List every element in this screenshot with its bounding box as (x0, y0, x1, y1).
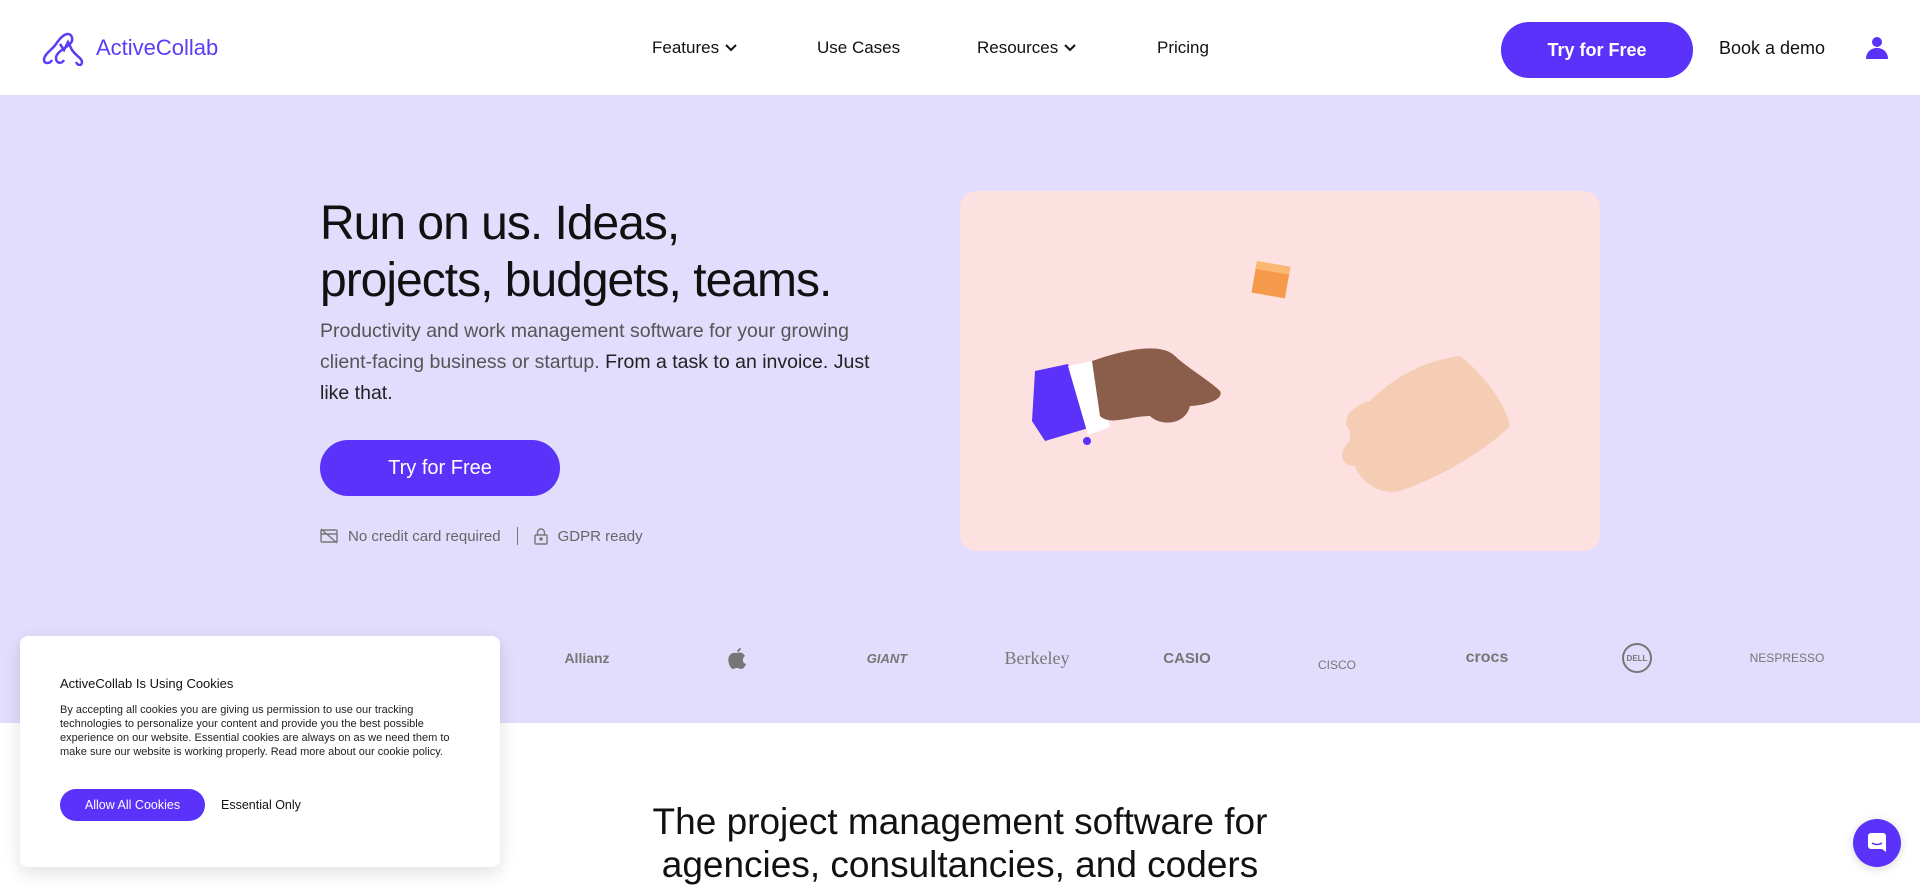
apple-logo-icon (728, 648, 746, 669)
dell-text: DELL (1622, 643, 1652, 673)
nav-label: Features (652, 38, 720, 57)
cookie-title: ActiveCollab Is Using Cookies (60, 676, 234, 691)
logo-giant: GIANT (866, 650, 908, 666)
logo-crocs: crocs (1465, 649, 1509, 666)
user-icon[interactable] (1865, 36, 1889, 60)
nav-use-cases[interactable]: Use Cases (817, 38, 900, 58)
hero-badges: No credit card required GDPR ready (320, 527, 643, 545)
lock-icon (533, 527, 548, 545)
top-nav: ActiveCollab Features Use Cases Resource… (0, 0, 1920, 95)
nav-pricing[interactable]: Pricing (1157, 38, 1209, 58)
badge-label: GDPR ready (557, 527, 643, 545)
activecollab-logo-icon (42, 32, 84, 66)
nav-label: Resources (977, 38, 1059, 57)
nav-resources[interactable]: Resources (977, 38, 1076, 58)
hero-title: Run on us. Ideas, projects, budgets, team… (320, 197, 832, 307)
divider (516, 527, 518, 545)
nav-label: Use Cases (817, 38, 901, 57)
nav-label: Pricing (1157, 38, 1209, 57)
logo-cisco: CISCO (1317, 658, 1356, 672)
logo-allianz: Allianz (564, 650, 610, 666)
logo-berkeley: Berkeley (1004, 647, 1070, 668)
hero-subtitle: Productivity and work management softwar… (320, 320, 870, 404)
allow-all-cookies-button[interactable]: Allow All Cookies (60, 789, 205, 821)
logo[interactable]: ActiveCollab (40, 30, 218, 66)
hero-try-free-button[interactable]: Try for Free (320, 440, 560, 496)
logo-dell: DELL (1577, 640, 1697, 676)
logo-nespresso: NESPRESSO (1749, 651, 1825, 665)
logo-text: ActiveCollab (96, 35, 219, 60)
logo-casio: CASIO (1163, 649, 1211, 667)
badge-label: No credit card required (348, 527, 501, 545)
no-credit-card-icon (320, 528, 338, 544)
chevron-down-icon (725, 44, 737, 52)
chevron-down-icon (1064, 44, 1076, 52)
header-try-free-button[interactable]: Try for Free (1501, 22, 1693, 78)
cookie-body: By accepting all cookies you are giving … (60, 704, 450, 758)
cookie-banner: ActiveCollab Is Using Cookies By accepti… (20, 636, 500, 867)
book-demo-link[interactable]: Book a demo (1719, 38, 1825, 59)
essential-only-button[interactable]: Essential Only (221, 798, 301, 812)
chat-icon (1868, 833, 1886, 852)
chat-button[interactable] (1853, 819, 1901, 867)
nav-features[interactable]: Features (652, 38, 737, 58)
logo-apple (677, 640, 797, 676)
handshake-illustration (1032, 261, 1510, 492)
hero-illustration (960, 191, 1600, 551)
